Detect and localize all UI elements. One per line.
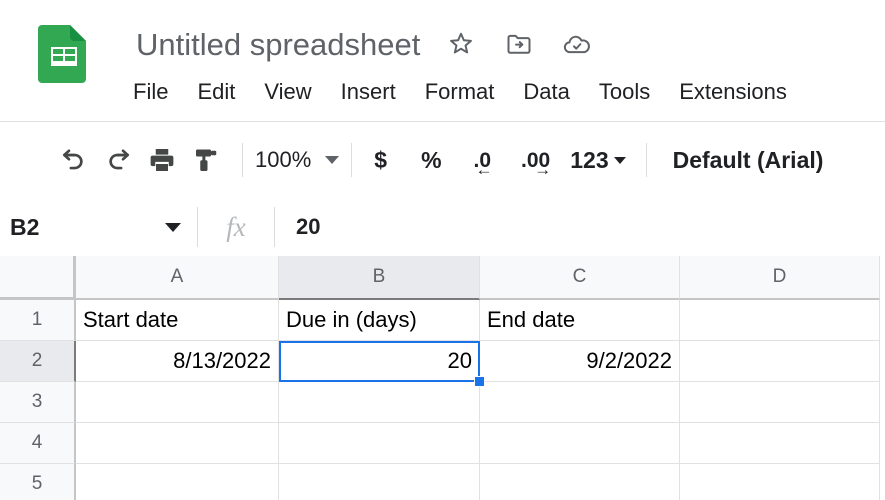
menu-item-insert[interactable]: Insert <box>327 77 411 107</box>
column-header-c[interactable]: C <box>480 256 680 300</box>
cell-D3[interactable] <box>680 382 880 423</box>
number-format-label: 123 <box>570 146 609 173</box>
spreadsheet-grid: ABCD 12345 Start date Due in (days) End da… <box>0 256 885 500</box>
print-icon[interactable] <box>140 138 184 182</box>
row-header-5[interactable]: 5 <box>0 464 76 500</box>
column-header-row: ABCD <box>76 256 880 300</box>
cell-B4[interactable] <box>279 423 480 464</box>
toolbar-separator-2 <box>351 143 353 177</box>
menu-item-view[interactable]: View <box>250 77 326 107</box>
cell-B5[interactable] <box>279 464 480 500</box>
font-family-dropdown[interactable]: Default (Arial) <box>673 148 824 172</box>
arrow-left-icon: ← <box>475 160 493 179</box>
zoom-level-label: 100% <box>255 147 312 172</box>
fill-handle[interactable] <box>474 376 485 387</box>
cell-C4[interactable] <box>480 423 680 464</box>
cell-area: Start date Due in (days) End date 8/13/2022… <box>76 300 880 500</box>
cell-C3[interactable] <box>480 382 680 423</box>
cell-A3[interactable] <box>76 382 279 423</box>
increase-decimal-button[interactable]: .00 → <box>521 138 552 182</box>
row-header-3[interactable]: 3 <box>0 382 76 423</box>
number-format-dropdown[interactable]: 123 <box>570 146 626 173</box>
redo-icon[interactable] <box>96 138 140 182</box>
move-to-folder-icon[interactable] <box>504 29 534 59</box>
table-row: Start date Due in (days) End date <box>76 300 880 341</box>
google-sheets-icon[interactable] <box>36 23 92 85</box>
menu-item-edit[interactable]: Edit <box>183 77 250 107</box>
cell-B1[interactable]: Due in (days) <box>279 300 480 341</box>
row-header-4[interactable]: 4 <box>0 423 76 464</box>
select-all-corner[interactable] <box>0 256 76 300</box>
arrow-right-icon: → <box>534 160 552 179</box>
fx-icon: fx <box>226 211 246 242</box>
cell-D1[interactable] <box>680 300 880 341</box>
cell-A4[interactable] <box>76 423 279 464</box>
cell-A1[interactable]: Start date <box>76 300 279 341</box>
menu-bar: File Edit View Insert Format Data Tools … <box>133 74 802 110</box>
paint-format-icon[interactable] <box>184 138 228 182</box>
table-row <box>76 464 880 500</box>
toolbar: 100% $ % .0 ← .00 → 123 Default (Arial) <box>0 122 885 320</box>
menu-item-data[interactable]: Data <box>509 77 584 107</box>
cell-C1[interactable]: End date <box>480 300 680 341</box>
cell-A5[interactable] <box>76 464 279 500</box>
formula-bar: B2 fx 20 <box>0 198 885 454</box>
chevron-down-icon <box>613 156 626 164</box>
cell-D2[interactable] <box>680 341 880 382</box>
chevron-down-icon <box>325 156 340 164</box>
cell-B3[interactable] <box>279 382 480 423</box>
menu-item-tools[interactable]: Tools <box>585 77 665 107</box>
cell-B2[interactable]: 20 <box>279 341 480 382</box>
google-sheets-window: Untitled spreadsheet File Edit View Inse… <box>0 0 885 500</box>
column-header-a[interactable]: A <box>76 256 279 300</box>
row-header-2[interactable]: 2 <box>0 341 76 382</box>
row-header-column: 12345 <box>0 300 76 500</box>
currency-format-button[interactable]: $ <box>374 148 387 172</box>
row-header-1[interactable]: 1 <box>0 300 76 341</box>
percent-format-button[interactable]: % <box>421 148 441 172</box>
cell-D4[interactable] <box>680 423 880 464</box>
cell-A2[interactable]: 8/13/2022 <box>76 341 279 382</box>
cell-D5[interactable] <box>680 464 880 500</box>
document-title[interactable]: Untitled spreadsheet <box>136 29 420 60</box>
undo-icon[interactable] <box>52 138 96 182</box>
column-header-d[interactable]: D <box>680 256 880 300</box>
menu-item-format[interactable]: Format <box>411 77 510 107</box>
app-header: Untitled spreadsheet File Edit View Inse… <box>0 0 885 122</box>
cloud-saved-icon[interactable] <box>562 29 592 59</box>
formula-input[interactable]: 20 <box>275 216 885 238</box>
cell-C2[interactable]: 9/2/2022 <box>480 341 680 382</box>
name-box-value: B2 <box>10 213 40 240</box>
table-row <box>76 382 880 423</box>
cell-C5[interactable] <box>480 464 680 500</box>
menu-item-file[interactable]: File <box>133 77 183 107</box>
name-box[interactable]: B2 <box>0 198 197 256</box>
table-row <box>76 423 880 464</box>
chevron-down-icon[interactable] <box>165 222 181 232</box>
star-icon[interactable] <box>446 29 476 59</box>
decrease-decimal-button[interactable]: .0 ← <box>474 138 493 182</box>
toolbar-separator-3 <box>645 143 647 177</box>
title-row: Untitled spreadsheet <box>136 18 592 70</box>
column-header-b[interactable]: B <box>279 256 480 300</box>
zoom-dropdown[interactable]: 100% <box>243 140 351 180</box>
menu-item-extensions[interactable]: Extensions <box>665 77 802 107</box>
title-icon-group <box>446 29 592 59</box>
